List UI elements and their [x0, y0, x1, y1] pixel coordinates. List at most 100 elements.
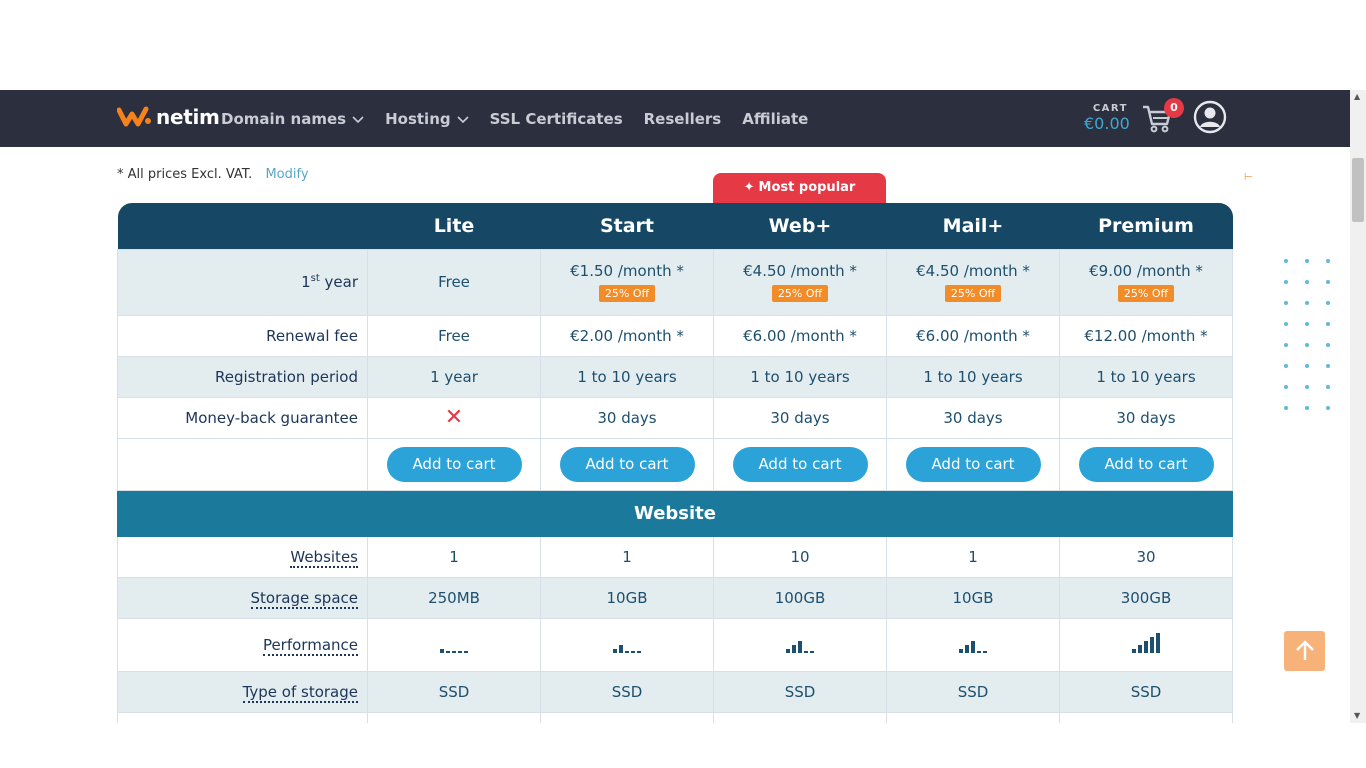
plan-name-web-plus: Web+ [713, 203, 887, 249]
table-cell: 30 days [886, 396, 1060, 439]
websites-label[interactable]: Websites [117, 535, 368, 578]
performance-bar [792, 644, 796, 653]
back-to-top-button[interactable] [1284, 631, 1325, 671]
page-scrollbar[interactable]: ▲ ▼ [1350, 90, 1366, 723]
performance-bar [464, 650, 468, 653]
website-section-header: Website [117, 489, 1233, 537]
registration-period-row: Registration period 1 year 1 to 10 years… [117, 355, 1233, 398]
first-year-start: €1.50 /month * 25% Off [540, 248, 714, 316]
table-cell: Free [367, 314, 541, 357]
table-cell: 30 days [713, 396, 887, 439]
table-cell: 100GB [713, 576, 887, 619]
performance-label[interactable]: Performance [117, 617, 368, 672]
decorative-dot [1305, 322, 1309, 326]
registration-period-label: Registration period [117, 355, 368, 398]
plan-name-lite: Lite [367, 203, 541, 249]
discount-badge: 25% Off [944, 285, 1002, 302]
table-cell: SSD [713, 670, 887, 713]
discount-badge: 25% Off [771, 285, 829, 302]
most-popular-badge: ✦ Most popular [713, 173, 886, 204]
performance-bar [613, 648, 617, 653]
user-account-icon[interactable] [1193, 100, 1227, 134]
modify-vat-link[interactable]: Modify [265, 167, 308, 182]
performance-bar [1132, 648, 1136, 653]
performance-bar [446, 650, 450, 653]
performance-bar [977, 650, 981, 653]
decorative-dot [1284, 259, 1288, 263]
decorative-dot [1284, 385, 1288, 389]
decorative-dot [1326, 364, 1330, 368]
netim-logo[interactable]: netim [117, 102, 220, 132]
performance-bar [440, 648, 444, 653]
performance-bar [810, 650, 814, 653]
table-cell: 10GB [886, 576, 1060, 619]
sparkle-icon: ✦ [743, 180, 755, 195]
table-cell: Add to cart [713, 437, 887, 491]
chevron-down-icon [352, 115, 364, 123]
table-cell: 10GB [540, 576, 714, 619]
add-to-cart-button-lite[interactable]: Add to cart [386, 446, 522, 482]
pricing-table: Lite Start Web+ Mail+ Premium 1st year F… [117, 203, 1233, 725]
add-to-cart-button-premium[interactable]: Add to cart [1078, 446, 1214, 482]
nav-affiliate[interactable]: Affiliate [742, 110, 808, 128]
add-to-cart-button-web-plus[interactable]: Add to cart [732, 446, 868, 482]
top-blank-area [0, 0, 1366, 90]
decorative-dot [1284, 364, 1288, 368]
table-cell: SSD [367, 670, 541, 713]
decorative-dot [1326, 280, 1330, 284]
performance-bar [965, 644, 969, 653]
add-to-cart-row: Add to cart Add to cart Add to cart Add … [117, 437, 1233, 491]
table-cell: 10 [713, 535, 887, 578]
table-cell: Add to cart [540, 437, 714, 491]
nav-domain-names[interactable]: Domain names [221, 110, 364, 128]
decorative-dot [1284, 406, 1288, 410]
add-to-cart-button-start[interactable]: Add to cart [559, 446, 695, 482]
performance-bar [1138, 644, 1142, 653]
nav-domain-names-label: Domain names [221, 109, 347, 128]
storage-space-label[interactable]: Storage space [117, 576, 368, 619]
renewal-fee-row: Renewal fee Free €2.00 /month * €6.00 /m… [117, 314, 1233, 357]
decorative-dot [1284, 343, 1288, 347]
storage-type-label[interactable]: Type of storage [117, 670, 368, 713]
table-cell: SSD [540, 670, 714, 713]
nav-hosting-label: Hosting [385, 109, 451, 128]
table-cell [886, 617, 1060, 672]
performance-bars-icon [786, 633, 814, 653]
performance-bar [1156, 632, 1160, 653]
table-cell: Add to cart [1059, 437, 1233, 491]
first-year-premium: €9.00 /month * 25% Off [1059, 248, 1233, 316]
performance-bar [1150, 636, 1154, 653]
decorative-dot [1326, 343, 1330, 347]
performance-bar [631, 650, 635, 653]
scroll-up-arrow-icon[interactable]: ▲ [1354, 92, 1360, 101]
nav-hosting[interactable]: Hosting [385, 110, 469, 128]
add-to-cart-button-mail-plus[interactable]: Add to cart [905, 446, 1041, 482]
cart-summary[interactable]: CART €0.00 [1084, 103, 1130, 133]
chevron-down-icon [457, 115, 469, 123]
performance-bar [625, 650, 629, 653]
decorative-dot [1326, 385, 1330, 389]
decorative-dot [1326, 259, 1330, 263]
performance-bars-icon [959, 633, 987, 653]
decorative-mark: ⊢ [1244, 172, 1253, 183]
performance-bar [983, 650, 987, 653]
netim-logo-icon [117, 104, 153, 130]
performance-bar [637, 650, 641, 653]
table-cell [117, 437, 368, 491]
nav-affiliate-label: Affiliate [742, 109, 809, 128]
cart-amount: €0.00 [1084, 114, 1130, 133]
table-cell: €6.00 /month * [886, 314, 1060, 357]
scroll-thumb[interactable] [1352, 158, 1364, 222]
nav-ssl-certificates[interactable]: SSL Certificates [490, 110, 623, 128]
section-title-website: Website [117, 489, 1233, 537]
decorative-dot [1305, 301, 1309, 305]
scroll-down-arrow-icon[interactable]: ▼ [1354, 711, 1360, 720]
cart-label: CART [1092, 103, 1128, 114]
most-popular-label: Most popular [758, 180, 856, 195]
header-empty-cell [117, 203, 368, 249]
plan-name-premium: Premium [1059, 203, 1233, 249]
performance-bar [1144, 640, 1148, 653]
table-cell: €6.00 /month * [713, 314, 887, 357]
logo-text: netim [156, 105, 220, 129]
nav-resellers[interactable]: Resellers [644, 110, 722, 128]
